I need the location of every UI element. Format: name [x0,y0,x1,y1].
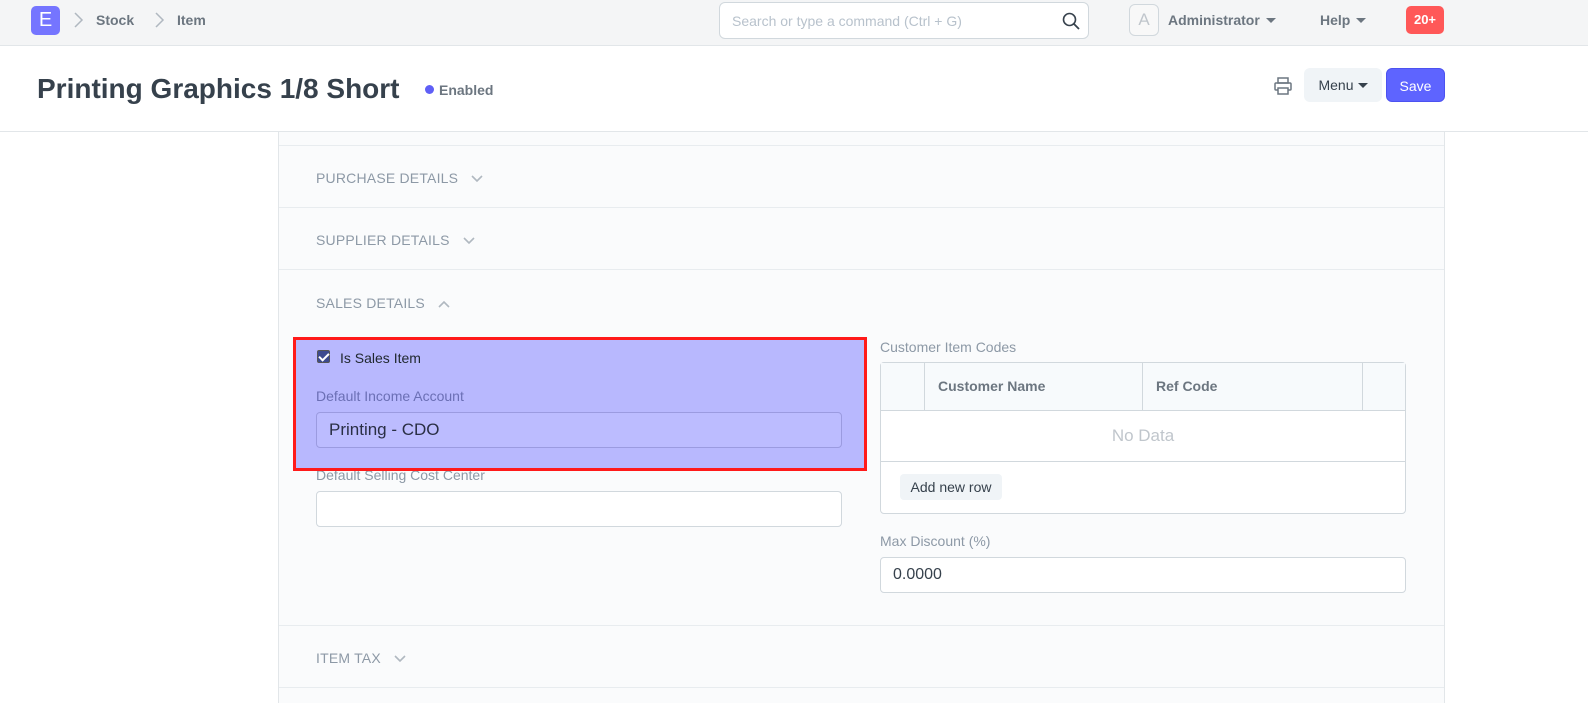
section-item-tax-header[interactable]: ITEM TAX [316,650,407,666]
chevron-down-icon [471,175,483,183]
grid-header-ref-code: Ref Code [1143,363,1363,411]
status-badge: Enabled [439,82,494,98]
max-discount-field[interactable]: 0.0000 [880,557,1406,593]
grid-empty-message: No Data [881,411,1405,462]
search-icon[interactable] [1061,11,1081,31]
default-income-account-label: Default Income Account [316,388,464,404]
user-dropdown[interactable]: Administrator [1168,12,1276,28]
app-logo[interactable]: E [31,6,60,35]
is-sales-item-label: Is Sales Item [340,350,421,366]
section-purchase-details: PURCHASE DETAILS [279,145,1444,208]
printer-icon[interactable] [1273,76,1293,96]
section-item-tax: ITEM TAX [279,626,1444,688]
search-input[interactable]: Search or type a command (Ctrl + G) [719,2,1089,39]
section-purchase-label: PURCHASE DETAILS [316,170,459,186]
caret-down-icon [1356,17,1367,23]
help-label: Help [1320,12,1351,28]
save-button[interactable]: Save [1386,68,1445,102]
section-supplier-details: SUPPLIER DETAILS [279,208,1444,270]
add-new-row-button[interactable]: Add new row [900,474,1002,500]
user-label: Administrator [1168,12,1260,28]
status-indicator-dot [425,85,434,94]
chevron-down-icon [463,237,475,245]
chevron-right-icon [155,12,165,28]
menu-button[interactable]: Menu [1304,68,1382,102]
is-sales-item-checkbox[interactable] [317,350,330,363]
default-income-account-field[interactable]: Printing - CDO [316,412,842,448]
chevron-right-icon [74,12,84,28]
grid-header: Customer Name Ref Code [881,363,1405,411]
chevron-down-icon [394,655,406,663]
navbar: E Stock Item Search or type a command (C… [0,0,1588,46]
section-sales-label: SALES DETAILS [316,295,425,311]
customer-item-codes-grid: Customer Name Ref Code No Data Add new r… [880,362,1406,514]
breadcrumb-stock[interactable]: Stock [96,12,134,28]
avatar[interactable]: A [1129,4,1159,36]
grid-row-index-header [881,363,925,411]
caret-down-icon [1265,17,1276,23]
page-head: Printing Graphics 1/8 Short Enabled Menu… [0,46,1588,132]
page-title: Printing Graphics 1/8 Short [37,73,400,104]
search-placeholder: Search or type a command (Ctrl + G) [732,13,962,29]
grid-header-customer-name: Customer Name [925,363,1143,411]
caret-down-icon [1357,82,1368,88]
section-sales-header[interactable]: SALES DETAILS [316,295,451,311]
section-supplier-label: SUPPLIER DETAILS [316,232,450,248]
help-dropdown[interactable]: Help [1320,12,1367,28]
menu-label: Menu [1318,77,1354,93]
customer-item-codes-label: Customer Item Codes [880,339,1017,355]
notification-badge[interactable]: 20+ [1406,6,1444,34]
section-purchase-header[interactable]: PURCHASE DETAILS [316,170,484,186]
section-supplier-header[interactable]: SUPPLIER DETAILS [316,232,476,248]
breadcrumb-item[interactable]: Item [177,12,206,28]
section-item-tax-label: ITEM TAX [316,650,381,666]
max-discount-label: Max Discount (%) [880,533,991,549]
default-selling-cost-center-field[interactable] [316,491,842,527]
chevron-up-icon [438,301,450,308]
